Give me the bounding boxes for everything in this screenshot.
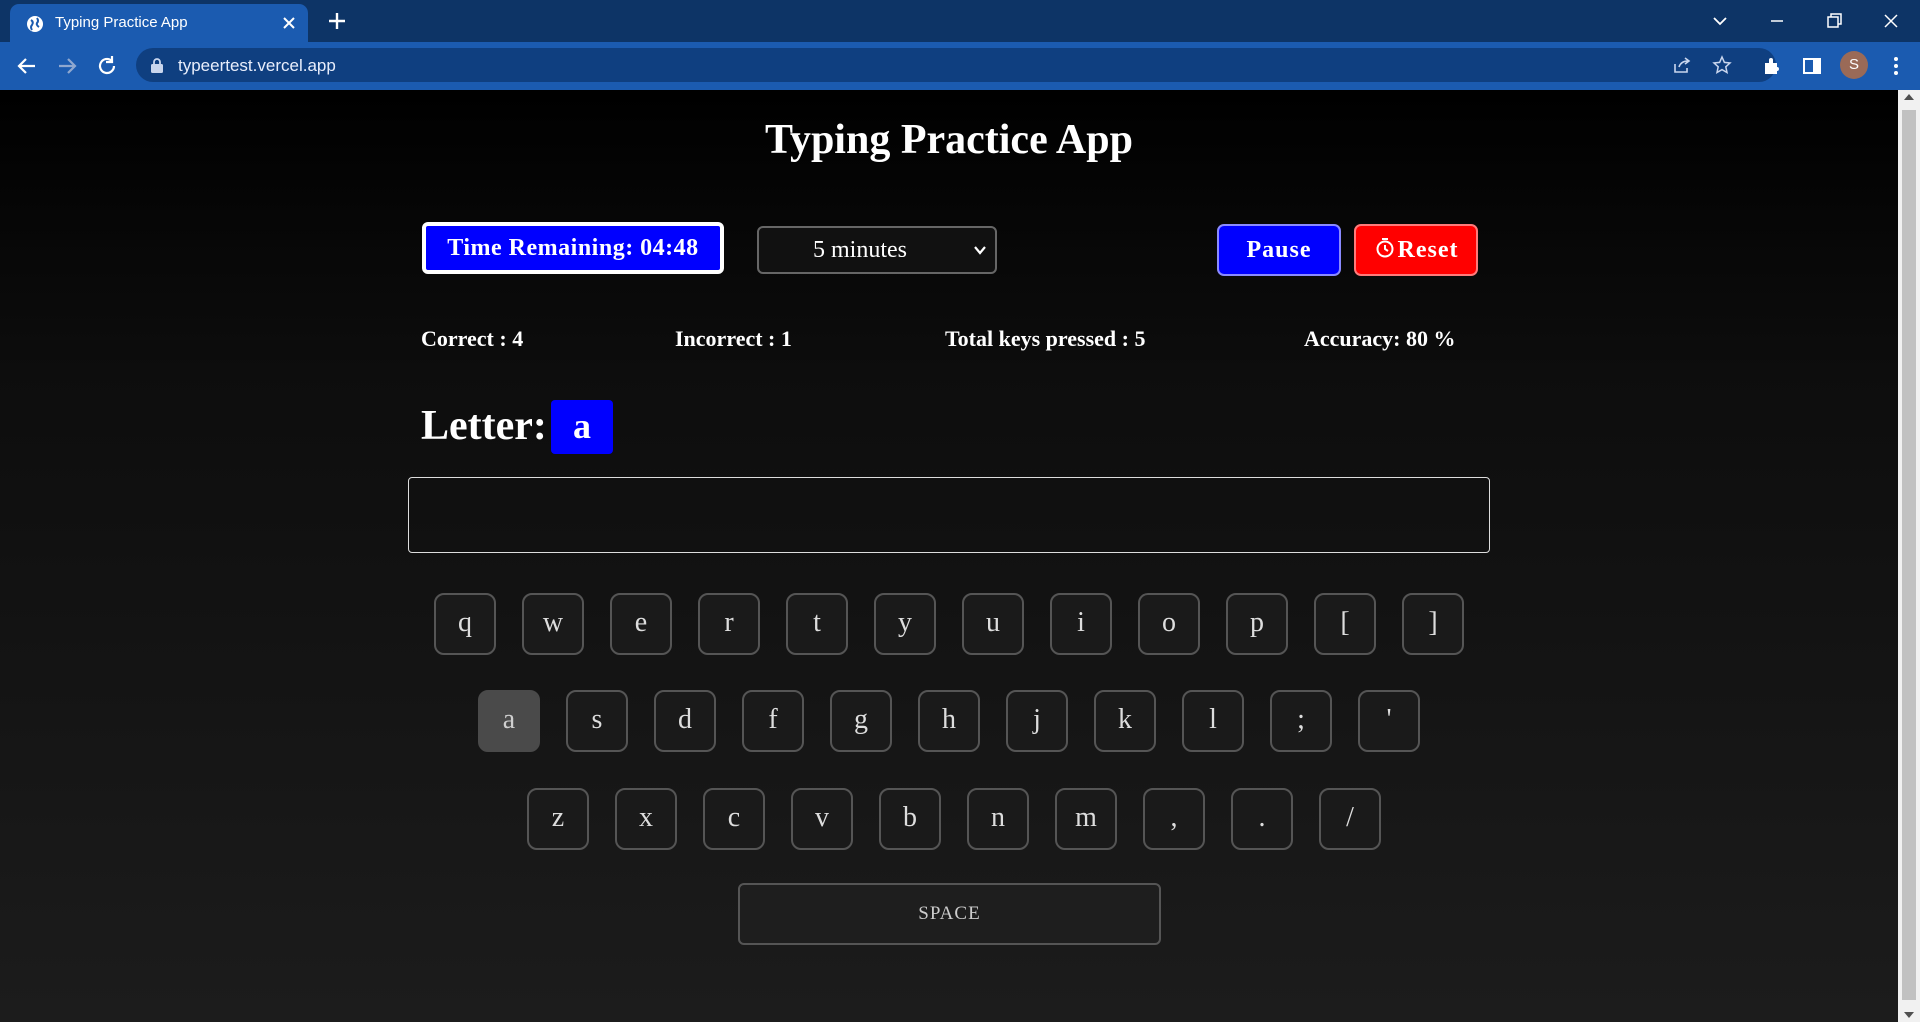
- extensions-icon[interactable]: [1760, 54, 1784, 78]
- close-window-icon[interactable]: [1878, 8, 1904, 34]
- pause-button[interactable]: Pause: [1217, 224, 1341, 276]
- tab-search-icon[interactable]: [1707, 8, 1733, 34]
- page-title: Typing Practice App: [765, 117, 1133, 163]
- key-row3-8[interactable]: .: [1231, 788, 1293, 850]
- key-row1-1[interactable]: w: [522, 593, 584, 655]
- reload-icon[interactable]: [95, 54, 119, 78]
- back-icon[interactable]: [15, 54, 39, 78]
- key-row3-1[interactable]: x: [615, 788, 677, 850]
- key-row3-5[interactable]: n: [967, 788, 1029, 850]
- restore-icon[interactable]: [1821, 8, 1847, 34]
- globe-icon: [27, 16, 43, 32]
- key-row2-3[interactable]: f: [742, 690, 804, 752]
- key-row2-1[interactable]: s: [566, 690, 628, 752]
- key-row1-2[interactable]: e: [610, 593, 672, 655]
- key-row2-2[interactable]: d: [654, 690, 716, 752]
- side-panel-icon[interactable]: [1800, 54, 1824, 78]
- key-row1-9[interactable]: p: [1226, 593, 1288, 655]
- forward-icon[interactable]: [55, 54, 79, 78]
- key-row3-0[interactable]: z: [527, 788, 589, 850]
- key-row1-3[interactable]: r: [698, 593, 760, 655]
- scroll-up-arrow-icon[interactable]: [1904, 94, 1914, 100]
- key-row3-4[interactable]: b: [879, 788, 941, 850]
- key-row1-0[interactable]: q: [434, 593, 496, 655]
- profile-avatar[interactable]: S: [1840, 51, 1868, 79]
- key-row2-0[interactable]: a: [478, 690, 540, 752]
- minimize-icon[interactable]: [1764, 8, 1790, 34]
- key-row3-2[interactable]: c: [703, 788, 765, 850]
- reset-button-label: Reset: [1397, 237, 1459, 263]
- accuracy-value: Accuracy: 80 %: [1304, 326, 1456, 351]
- browser-tab[interactable]: Typing Practice App: [10, 4, 308, 42]
- key-row2-6[interactable]: j: [1006, 690, 1068, 752]
- key-row3-9[interactable]: /: [1319, 788, 1381, 850]
- url-text: typeertest.vercel.app: [178, 56, 336, 75]
- key-row1-4[interactable]: t: [786, 593, 848, 655]
- scrollbar-thumb[interactable]: [1902, 110, 1916, 1000]
- key-row1-10[interactable]: [: [1314, 593, 1376, 655]
- time-remaining-display: Time Remaining: 04:48: [422, 222, 724, 274]
- page-viewport: Typing Practice App Time Remaining: 04:4…: [0, 90, 1898, 1022]
- address-bar[interactable]: typeertest.vercel.app: [136, 48, 1776, 82]
- key-row3-7[interactable]: ,: [1143, 788, 1205, 850]
- key-row2-5[interactable]: h: [918, 690, 980, 752]
- reset-button[interactable]: Reset: [1354, 224, 1478, 276]
- incorrect-count: Incorrect : 1: [675, 326, 792, 351]
- key-row2-7[interactable]: k: [1094, 690, 1156, 752]
- vertical-scrollbar[interactable]: [1898, 90, 1920, 1022]
- current-letter: a: [551, 400, 613, 454]
- total-keys-count: Total keys pressed : 5: [945, 326, 1146, 351]
- key-row2-9[interactable]: ;: [1270, 690, 1332, 752]
- key-row1-5[interactable]: y: [874, 593, 936, 655]
- close-tab-icon[interactable]: [280, 14, 298, 32]
- duration-selected-value: 5 minutes: [813, 237, 907, 263]
- lock-icon[interactable]: [150, 58, 164, 73]
- key-row2-4[interactable]: g: [830, 690, 892, 752]
- new-tab-icon[interactable]: [326, 10, 348, 32]
- key-row3-6[interactable]: m: [1055, 788, 1117, 850]
- key-row1-7[interactable]: i: [1050, 593, 1112, 655]
- scroll-down-arrow-icon[interactable]: [1904, 1012, 1914, 1018]
- letter-label: Letter:: [421, 403, 547, 449]
- reset-timer-icon: [1376, 238, 1394, 258]
- bookmark-star-icon[interactable]: [1712, 55, 1732, 75]
- key-row1-11[interactable]: ]: [1402, 593, 1464, 655]
- browser-toolbar: typeertest.vercel.app S: [0, 42, 1920, 89]
- key-row3-3[interactable]: v: [791, 788, 853, 850]
- key-row1-6[interactable]: u: [962, 593, 1024, 655]
- tab-title: Typing Practice App: [55, 14, 188, 31]
- chevron-down-icon: [974, 246, 986, 255]
- browser-tabstrip: Typing Practice App: [0, 0, 1920, 42]
- correct-count: Correct : 4: [421, 326, 524, 351]
- typing-input[interactable]: [408, 477, 1490, 553]
- duration-select[interactable]: 5 minutes: [757, 226, 997, 274]
- menu-icon[interactable]: [1884, 54, 1908, 78]
- space-key[interactable]: SPACE: [738, 883, 1161, 945]
- key-row1-8[interactable]: o: [1138, 593, 1200, 655]
- share-icon[interactable]: [1672, 55, 1692, 75]
- key-row2-10[interactable]: ': [1358, 690, 1420, 752]
- key-row2-8[interactable]: l: [1182, 690, 1244, 752]
